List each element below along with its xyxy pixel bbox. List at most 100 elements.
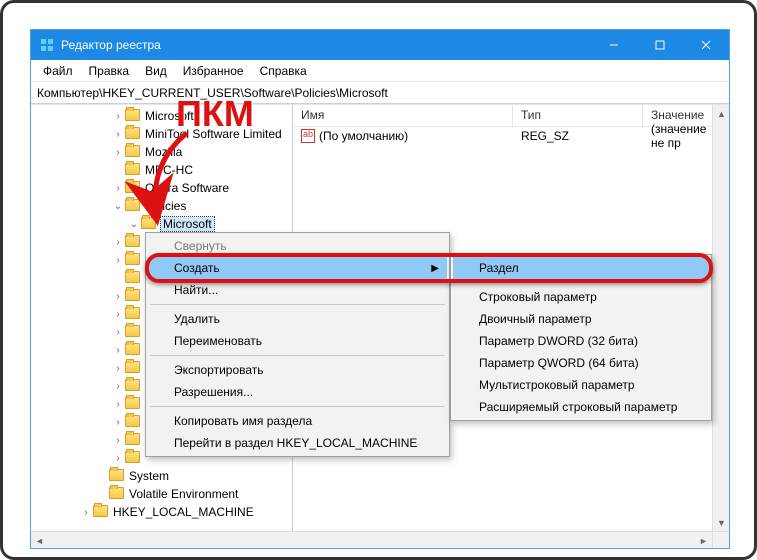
chevron-right-icon[interactable]: › — [111, 417, 125, 428]
tree-item[interactable]: › Mozilla — [31, 143, 292, 161]
tree-item[interactable]: ⌄Microsoft — [31, 215, 292, 233]
folder-icon — [125, 145, 141, 159]
menu-favorites[interactable]: Избранное — [175, 62, 252, 80]
titlebar[interactable]: Редактор реестра — [31, 30, 729, 60]
annotation-label: ПКМ — [176, 93, 254, 135]
maximize-button[interactable] — [637, 30, 683, 60]
folder-icon — [125, 181, 141, 195]
folder-icon — [125, 325, 141, 339]
string-value-icon — [301, 129, 315, 143]
context-menu[interactable]: СвернутьСоздать▶Найти... УдалитьПереимено… — [145, 232, 450, 457]
folder-icon — [125, 271, 141, 285]
folder-icon — [125, 433, 141, 447]
chevron-right-icon[interactable]: › — [111, 435, 125, 446]
menu-item[interactable]: Перейти в раздел HKEY_LOCAL_MACHINE — [148, 432, 447, 454]
menu-view[interactable]: Вид — [137, 62, 175, 80]
folder-icon — [141, 217, 157, 231]
tree-item[interactable]: ›Opera Software — [31, 179, 292, 197]
chevron-right-icon[interactable]: › — [111, 381, 125, 392]
chevron-right-icon[interactable]: › — [111, 363, 125, 374]
folder-icon — [125, 163, 141, 177]
menu-edit[interactable]: Правка — [81, 62, 138, 80]
minimize-button[interactable] — [591, 30, 637, 60]
menu-item[interactable]: Расширяемый строковый параметр — [453, 396, 709, 418]
col-type[interactable]: Тип — [513, 105, 643, 126]
screenshot-frame: Редактор реестра Файл Правка Вид Избранн… — [0, 0, 757, 560]
close-button[interactable] — [683, 30, 729, 60]
window-title: Редактор реестра — [61, 38, 591, 52]
folder-icon — [125, 451, 141, 465]
chevron-right-icon[interactable]: › — [111, 111, 125, 122]
list-row[interactable]: (По умолчанию) REG_SZ (значение не пр — [293, 127, 729, 145]
app-icon — [39, 37, 55, 53]
col-name[interactable]: Имя — [293, 105, 513, 126]
menu-item[interactable]: Создать▶ — [148, 257, 447, 279]
tree-item[interactable]: ⌄ Policies — [31, 197, 292, 215]
chevron-down-icon[interactable]: ⌄ — [111, 201, 125, 212]
folder-icon — [109, 487, 125, 501]
chevron-right-icon[interactable]: › — [111, 309, 125, 320]
menu-item[interactable]: Переименовать — [148, 330, 447, 352]
folder-icon — [125, 199, 141, 213]
chevron-right-icon[interactable]: › — [111, 345, 125, 356]
chevron-right-icon[interactable]: › — [79, 507, 93, 518]
vertical-scrollbar[interactable]: ▲ ▼ — [712, 105, 729, 531]
tree-item-label: MPC-HC — [145, 163, 193, 177]
menu-item[interactable]: Параметр DWORD (32 бита) — [453, 330, 709, 352]
chevron-right-icon[interactable]: › — [111, 237, 125, 248]
chevron-right-icon[interactable]: › — [111, 327, 125, 338]
menu-item[interactable]: Строковый параметр — [453, 286, 709, 308]
folder-icon — [125, 307, 141, 321]
menu-separator — [150, 406, 445, 407]
menu-help[interactable]: Справка — [252, 62, 315, 80]
folder-icon — [125, 289, 141, 303]
tree-item-label: Policies — [145, 199, 186, 213]
menu-item[interactable]: Удалить — [148, 308, 447, 330]
address-bar[interactable]: Компьютер\HKEY_CURRENT_USER\Software\Pol… — [31, 82, 729, 104]
menu-item[interactable]: Разрешения... — [148, 381, 447, 403]
menu-item[interactable]: Экспортировать — [148, 359, 447, 381]
chevron-down-icon[interactable]: ⌄ — [127, 219, 141, 230]
folder-icon — [125, 235, 141, 249]
menu-item[interactable]: Параметр QWORD (64 бита) — [453, 352, 709, 374]
chevron-right-icon[interactable]: › — [111, 291, 125, 302]
scroll-right-icon[interactable]: ► — [695, 532, 712, 548]
tree-item-label: System — [129, 469, 169, 483]
folder-icon — [93, 505, 109, 519]
menu-item[interactable]: Раздел — [453, 257, 709, 279]
menu-separator — [455, 282, 707, 283]
tree-item[interactable]: Volatile Environment — [31, 485, 292, 503]
folder-icon — [125, 361, 141, 375]
tree-item[interactable]: MPC-HC — [31, 161, 292, 179]
chevron-right-icon[interactable]: › — [111, 399, 125, 410]
tree-item[interactable]: System — [31, 467, 292, 485]
menu-separator — [150, 304, 445, 305]
folder-icon — [125, 415, 141, 429]
menu-item[interactable]: Двоичный параметр — [453, 308, 709, 330]
scroll-down-icon[interactable]: ▼ — [713, 514, 729, 531]
tree-item-label: Volatile Environment — [129, 487, 238, 501]
chevron-right-icon[interactable]: › — [111, 183, 125, 194]
tree-item[interactable]: › HKEY_LOCAL_MACHINE — [31, 503, 292, 521]
folder-icon — [109, 469, 125, 483]
menu-item[interactable]: Мультистроковый параметр — [453, 374, 709, 396]
context-submenu-create[interactable]: Раздел Строковый параметрДвоичный парамет… — [450, 254, 712, 421]
chevron-right-icon[interactable]: › — [111, 453, 125, 464]
folder-icon — [125, 343, 141, 357]
menubar: Файл Правка Вид Избранное Справка — [31, 60, 729, 82]
folder-icon — [125, 253, 141, 267]
menu-item[interactable]: Копировать имя раздела — [148, 410, 447, 432]
scroll-left-icon[interactable]: ◄ — [31, 532, 48, 548]
menu-item[interactable]: Найти... — [148, 279, 447, 301]
folder-icon — [125, 127, 141, 141]
menu-file[interactable]: Файл — [35, 62, 81, 80]
horizontal-scrollbar[interactable]: ◄ ► — [31, 531, 729, 548]
chevron-right-icon[interactable]: › — [111, 147, 125, 158]
chevron-right-icon[interactable]: › — [111, 255, 125, 266]
chevron-right-icon[interactable]: › — [111, 129, 125, 140]
tree-item-label: Mozilla — [145, 145, 182, 159]
scroll-up-icon[interactable]: ▲ — [713, 105, 729, 122]
cell-type: REG_SZ — [513, 129, 643, 143]
tree-item-label: HKEY_LOCAL_MACHINE — [113, 505, 254, 519]
menu-item: Свернуть — [148, 235, 447, 257]
